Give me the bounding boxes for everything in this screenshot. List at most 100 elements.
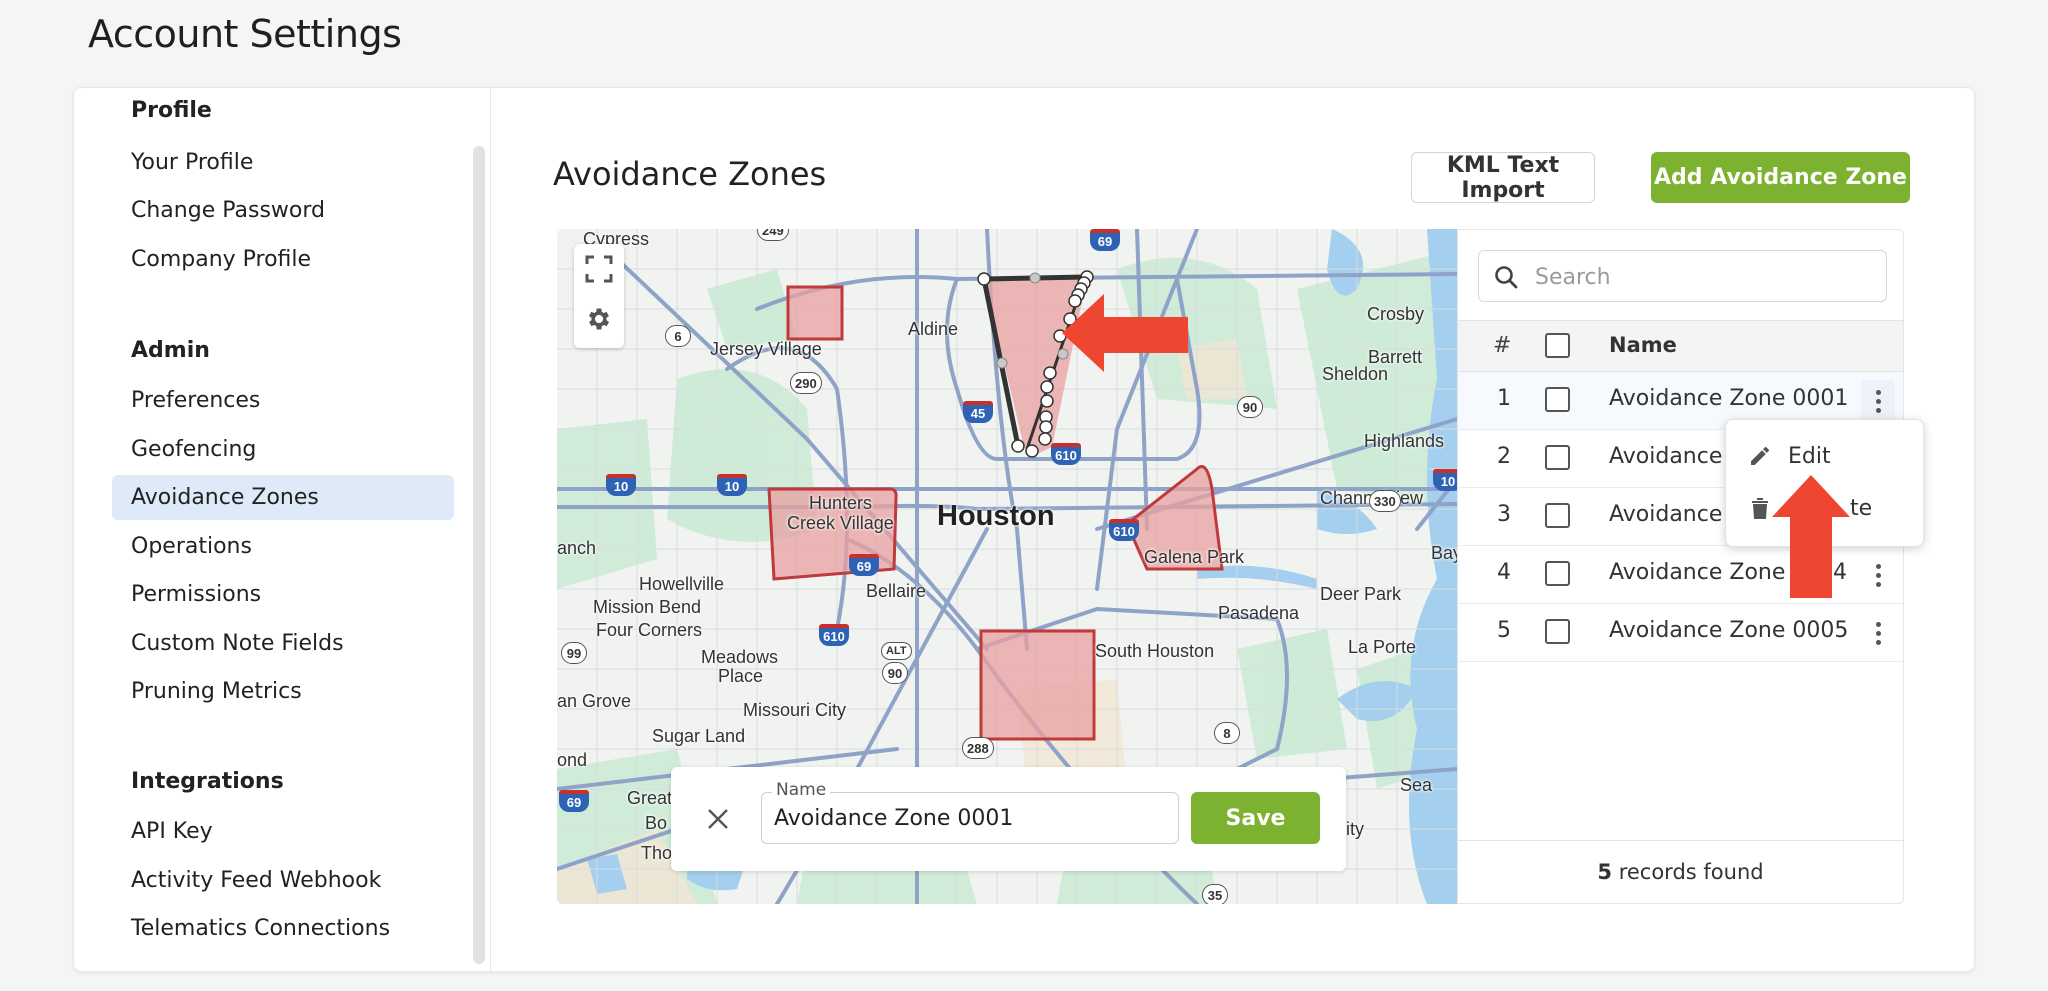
settings-sidebar: Profile Your Profile Change Password Com… bbox=[74, 88, 491, 971]
table-header: # Name bbox=[1458, 320, 1903, 372]
close-icon bbox=[708, 809, 728, 829]
row-name: Avoidance Zone 0005 bbox=[1609, 618, 1849, 643]
map-label: Deer Park bbox=[1320, 584, 1402, 604]
map-label: Place bbox=[718, 666, 764, 686]
settings-card: Profile Your Profile Change Password Com… bbox=[73, 87, 1975, 972]
header-number: # bbox=[1493, 333, 1512, 358]
sidebar-item-operations[interactable]: Operations bbox=[112, 524, 454, 569]
map-label: Aldine bbox=[908, 319, 959, 339]
highway-shield: 10 bbox=[1433, 469, 1457, 491]
records-count-text: records found bbox=[1612, 860, 1764, 884]
search-input[interactable] bbox=[1535, 262, 1865, 292]
sidebar-item-avoidance-zones[interactable]: Avoidance Zones bbox=[112, 475, 454, 520]
highway-shield: 8 bbox=[1214, 722, 1240, 744]
select-all-checkbox[interactable] bbox=[1545, 333, 1570, 358]
highway-shield: 330 bbox=[1369, 490, 1401, 512]
row-number: 4 bbox=[1497, 560, 1511, 585]
highway-shield: 610 bbox=[1051, 443, 1081, 465]
gear-icon bbox=[588, 308, 610, 330]
row-checkbox[interactable] bbox=[1545, 387, 1570, 412]
sidebar-item-change-password[interactable]: Change Password bbox=[112, 188, 454, 233]
header-name[interactable]: Name bbox=[1609, 333, 1677, 357]
sidebar-item-custom-note-fields[interactable]: Custom Note Fields bbox=[112, 621, 454, 666]
sidebar-item-permissions[interactable]: Permissions bbox=[112, 572, 454, 617]
map-settings-button[interactable] bbox=[574, 294, 624, 344]
trash-icon bbox=[1752, 498, 1768, 519]
map-label: Creek Village bbox=[787, 513, 894, 533]
sidebar-item-telematics-connections[interactable]: Telematics Connections bbox=[112, 906, 454, 951]
save-zone-button[interactable]: Save bbox=[1191, 792, 1320, 844]
table-row[interactable]: 5 Avoidance Zone 0005 bbox=[1458, 604, 1903, 662]
highway-shield: 6 bbox=[665, 325, 691, 347]
search-box bbox=[1478, 250, 1887, 302]
highway-shield: 99 bbox=[561, 642, 587, 664]
close-editor-button[interactable] bbox=[701, 802, 735, 836]
map-label: anch bbox=[557, 538, 597, 558]
highway-shield: 69 bbox=[559, 790, 589, 812]
highway-shield: 10 bbox=[606, 474, 636, 496]
map-label: Howellville bbox=[639, 574, 725, 594]
map-label: Sugar Land bbox=[652, 726, 746, 746]
sidebar-item-activity-feed-webhook[interactable]: Activity Feed Webhook bbox=[112, 858, 454, 903]
row-actions-button[interactable] bbox=[1861, 380, 1895, 422]
highway-shield: 45 bbox=[963, 401, 993, 423]
map-label: an Grove bbox=[557, 691, 632, 711]
row-name: Avoidance bbox=[1609, 444, 1723, 469]
map-left-controls bbox=[574, 244, 624, 348]
map-label: Bo bbox=[645, 813, 668, 833]
section-title: Avoidance Zones bbox=[553, 155, 827, 193]
map-label-houston: Houston bbox=[937, 500, 1055, 532]
sidebar-item-your-profile[interactable]: Your Profile bbox=[112, 140, 454, 185]
map-label: Jersey Village bbox=[710, 339, 822, 359]
highway-shield: 610 bbox=[819, 624, 849, 646]
pencil-icon bbox=[1751, 446, 1769, 465]
map-label: Sea bbox=[1400, 775, 1433, 795]
map-label: Galena Park bbox=[1144, 547, 1245, 567]
menu-item-delete-label: te bbox=[1850, 495, 1873, 521]
fullscreen-button[interactable] bbox=[574, 244, 624, 294]
sidebar-item-pruning-metrics[interactable]: Pruning Metrics bbox=[112, 669, 454, 714]
sidebar-item-company-profile[interactable]: Company Profile bbox=[112, 237, 454, 282]
kml-text-import-button[interactable]: KML Text Import bbox=[1411, 152, 1595, 203]
row-name: Avoidance Zone 0001 bbox=[1609, 386, 1849, 411]
annotation-arrow-up bbox=[1772, 475, 1850, 598]
row-number: 5 bbox=[1497, 618, 1511, 643]
map-label: Highlands bbox=[1364, 431, 1445, 451]
map-label: South Houston bbox=[1095, 641, 1215, 661]
highway-shield: 69 bbox=[1090, 229, 1120, 251]
row-actions-button[interactable] bbox=[1861, 612, 1895, 654]
map-label: Four Corners bbox=[596, 620, 703, 640]
row-number: 1 bbox=[1497, 386, 1511, 411]
zone-name-input[interactable] bbox=[774, 803, 1169, 833]
row-checkbox[interactable] bbox=[1545, 619, 1570, 644]
map-label: ond bbox=[557, 750, 588, 770]
highway-shield: 249 bbox=[757, 229, 789, 241]
sidebar-scrollbar[interactable] bbox=[473, 146, 485, 964]
map-label: Crosby bbox=[1367, 304, 1425, 324]
highway-shield: 35 bbox=[1202, 884, 1228, 904]
map-canvas[interactable]: Cypress Jersey Village Aldine Crosby Bar… bbox=[557, 229, 1457, 904]
records-count-number: 5 bbox=[1597, 860, 1613, 884]
highway-shield: 290 bbox=[790, 372, 822, 394]
row-number: 2 bbox=[1497, 444, 1511, 469]
highway-shield: 69 bbox=[849, 554, 879, 576]
map-label: Pasadena bbox=[1218, 603, 1300, 623]
sidebar-heading-admin: Admin bbox=[131, 338, 210, 363]
row-number: 3 bbox=[1497, 502, 1511, 527]
map-label: Hunters bbox=[809, 493, 873, 513]
map-label: Sheldon bbox=[1322, 364, 1389, 384]
sidebar-item-preferences[interactable]: Preferences bbox=[112, 378, 454, 423]
row-actions-button[interactable] bbox=[1861, 554, 1895, 596]
highway-shield: 610 bbox=[1109, 519, 1139, 541]
row-checkbox[interactable] bbox=[1545, 503, 1570, 528]
map-label: Bellaire bbox=[866, 581, 927, 601]
records-count: 5 records found bbox=[1458, 840, 1903, 903]
add-avoidance-zone-button[interactable]: Add Avoidance Zone bbox=[1651, 152, 1910, 203]
row-checkbox[interactable] bbox=[1545, 445, 1570, 470]
row-checkbox[interactable] bbox=[1545, 561, 1570, 586]
sidebar-item-geofencing[interactable]: Geofencing bbox=[112, 427, 454, 472]
search-icon bbox=[1495, 266, 1518, 289]
zone-name-editor: Name Save bbox=[671, 767, 1346, 871]
fullscreen-icon bbox=[585, 255, 613, 283]
sidebar-item-api-key[interactable]: API Key bbox=[112, 809, 454, 854]
